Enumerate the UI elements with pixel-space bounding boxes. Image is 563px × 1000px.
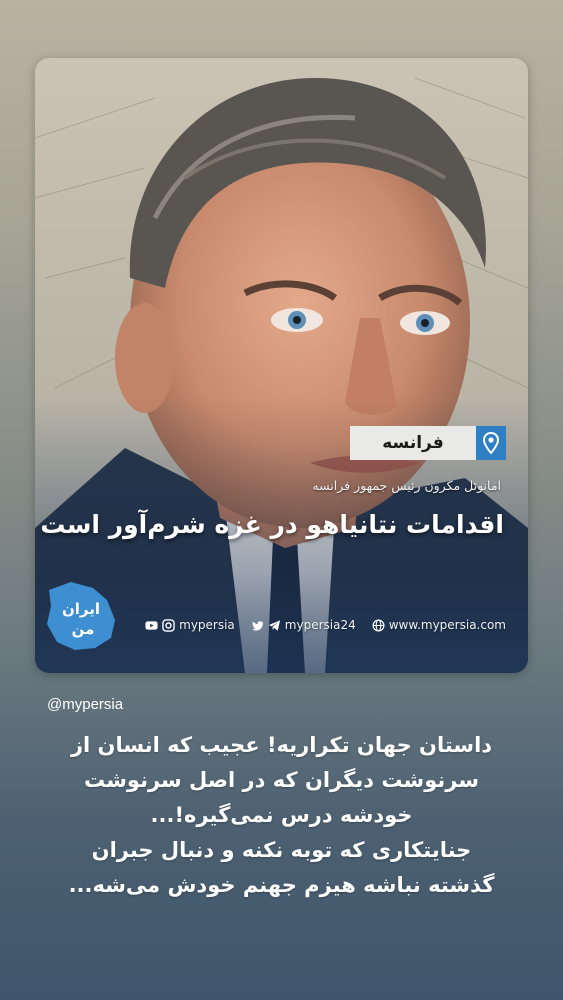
twitter-telegram-handle[interactable]: mypersia24: [285, 618, 356, 632]
twitter-icon[interactable]: [251, 619, 264, 632]
website-group: www.mypersia.com: [372, 618, 506, 632]
website-link[interactable]: www.mypersia.com: [389, 618, 506, 632]
post-subtitle: امانوئل مکرون رئیس جمهور فرانسه: [312, 478, 501, 493]
youtube-icon[interactable]: [145, 619, 158, 632]
location-tag: فرانسه: [350, 422, 506, 462]
location-label: فرانسه: [350, 426, 476, 460]
story-caption: داستان جهان تکراریه! عجیب که انسان از سر…: [30, 728, 533, 903]
telegram-icon[interactable]: [268, 619, 281, 632]
post-headline: اقدامات نتانیاهو در غزه شرم‌آور است: [40, 510, 504, 539]
iran-map-logo: ایران من: [41, 576, 123, 658]
caption-line: گذشته نباشه هیزم جهنم خودش می‌شه...: [68, 873, 495, 897]
globe-icon: [372, 619, 385, 631]
caption-line: جنایتکاری که توبه نکنه و دنبال جبران: [91, 838, 472, 862]
svg-text:ایران: ایران: [62, 600, 100, 618]
social-links: mypersia mypersia24 www.mypersia.com: [145, 618, 506, 632]
youtube-instagram-group: mypersia: [145, 618, 235, 632]
caption-line: سرنوشت دیگران که در اصل سرنوشت: [84, 768, 479, 792]
location-pin-icon: [476, 426, 506, 460]
svg-text:من: من: [72, 620, 95, 638]
story-author-handle[interactable]: @mypersia: [47, 696, 123, 713]
post-card[interactable]: فرانسه امانوئل مکرون رئیس جمهور فرانسه ا…: [35, 58, 528, 673]
caption-line: خودشه درس نمی‌گیره!...: [150, 803, 413, 827]
instagram-icon[interactable]: [162, 618, 175, 632]
youtube-instagram-handle[interactable]: mypersia: [179, 618, 235, 632]
caption-line: داستان جهان تکراریه! عجیب که انسان از: [70, 733, 493, 757]
twitter-telegram-group: mypersia24: [251, 618, 356, 632]
